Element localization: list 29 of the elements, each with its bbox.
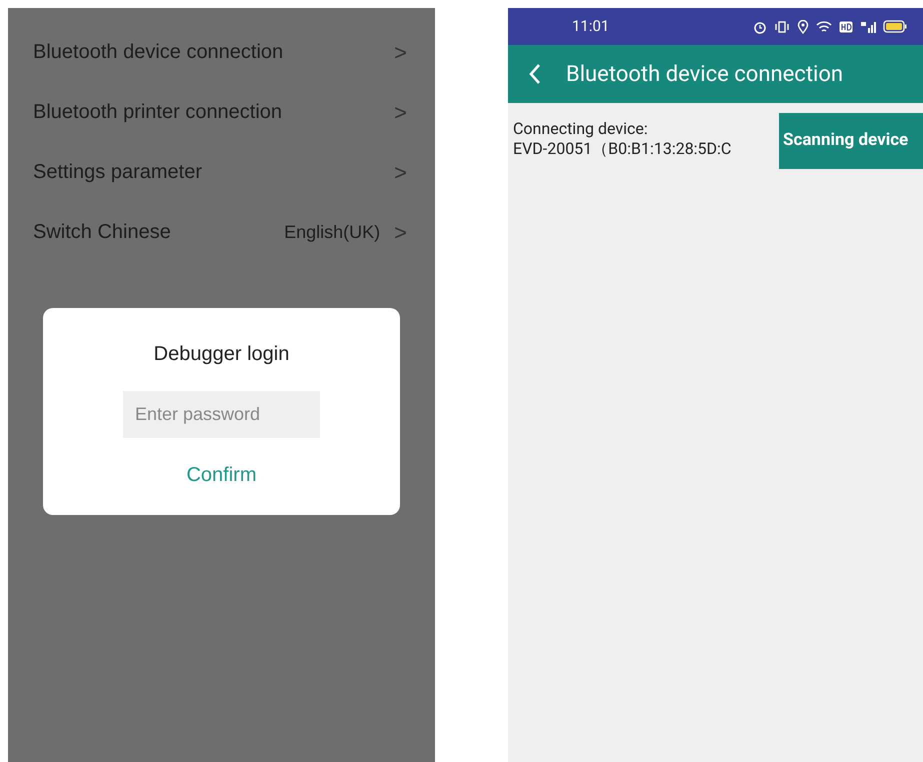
menu-value: English(UK) [284,220,380,244]
menu-label: Settings parameter [33,160,203,185]
battery-icon [883,20,907,33]
chevron-icon: > [394,156,407,188]
menu-item[interactable]: Settings parameter > [8,142,435,202]
menu-item[interactable]: Switch Chinese English(UK) > [8,202,435,262]
hd-icon [839,20,853,32]
vibrate-icon [774,20,790,34]
scan-button[interactable]: Scanning device [779,113,923,169]
menu-label: Bluetooth device connection [33,40,284,65]
back-icon[interactable] [528,63,542,85]
menu-label: Bluetooth printer connection [33,100,284,125]
chevron-icon: > [394,96,407,128]
signal-icon [860,20,876,34]
status-time: 11:01 [572,16,610,38]
alarm-icon [753,20,767,34]
connecting-label: Connecting device: [513,119,649,139]
confirm-button[interactable]: Confirm [178,460,264,490]
menu-item[interactable]: Bluetooth device connection > [8,22,435,82]
device-name: EVD-20051（B0:B1:13:28:5D:C [513,139,732,159]
password-field[interactable]: Enter password [123,391,320,438]
wifi-icon [816,20,832,34]
chevron-icon: > [394,216,407,248]
dialog-title: Debugger login [154,342,290,367]
menu-item[interactable]: Bluetooth printer connection > [8,82,435,142]
app-bar-title: Bluetooth device connection [566,60,844,88]
menu-label: Switch Chinese [33,220,172,245]
chevron-icon: > [394,36,407,68]
location-icon [797,20,809,34]
